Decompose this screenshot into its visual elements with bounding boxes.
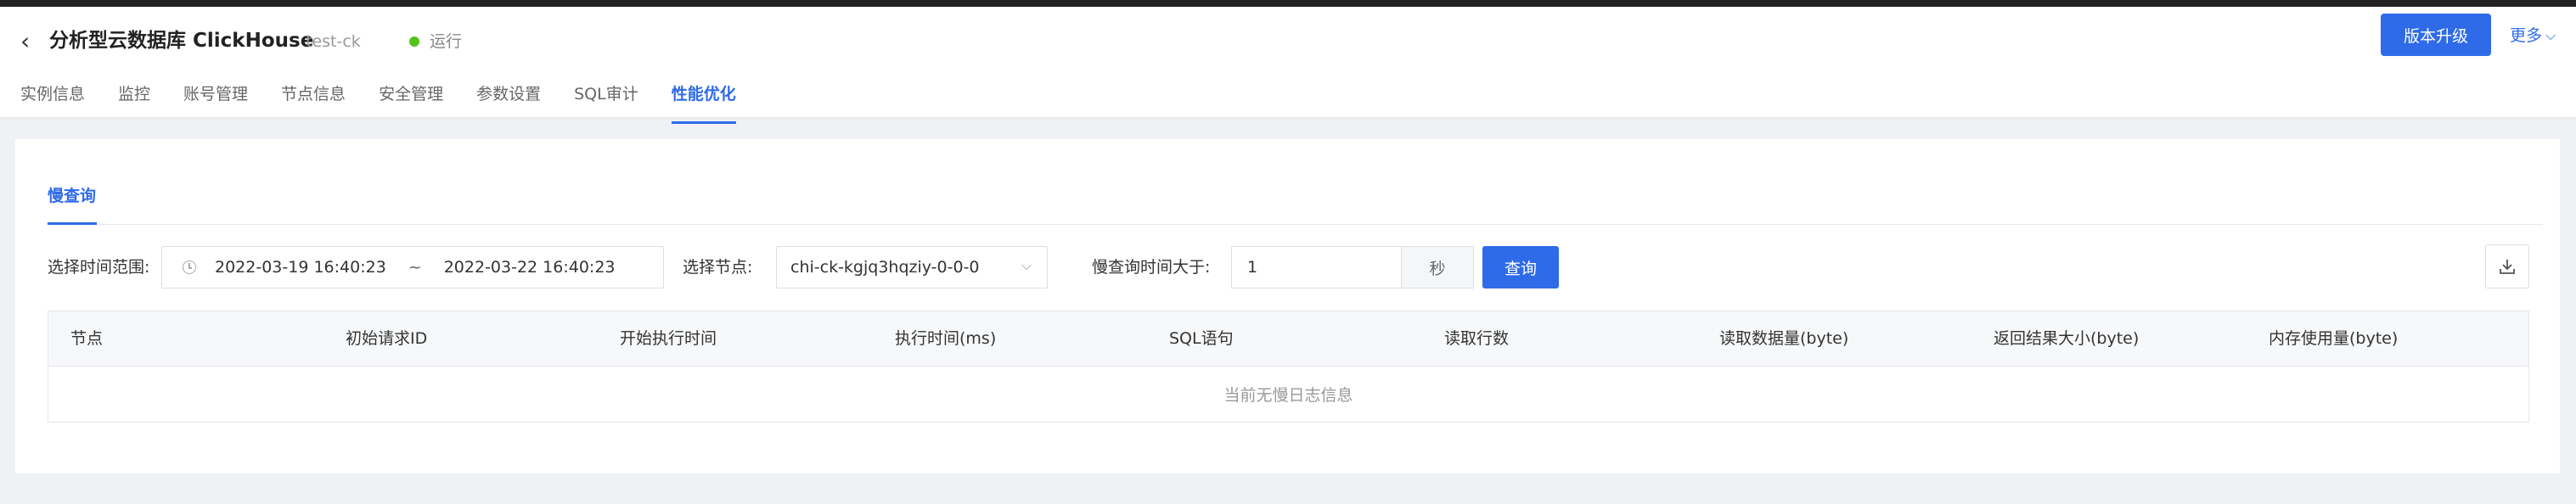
version-upgrade-button[interactable]: 版本升级 bbox=[2381, 14, 2491, 56]
page-title: 分析型云数据库 ClickHouse bbox=[49, 30, 314, 52]
range-separator: ~ bbox=[408, 258, 422, 277]
back-arrow-icon[interactable]: ‹ bbox=[20, 29, 30, 54]
end-time: 2022-03-22 16:40:23 bbox=[443, 258, 616, 277]
instance-id: test-ck bbox=[306, 32, 361, 51]
main-tabs: 实例信息 监控 账号管理 节点信息 安全管理 参数设置 SQL审计 性能优化 bbox=[20, 80, 769, 124]
status-dot-icon bbox=[409, 36, 419, 47]
tab-slow-query[interactable]: 慢查询 bbox=[48, 183, 96, 206]
more-menu-button[interactable]: 更多 ⌵ bbox=[2510, 24, 2556, 48]
column-header: 开始执行时间 bbox=[620, 329, 717, 348]
tab-security[interactable]: 安全管理 bbox=[379, 80, 443, 117]
column-header: SQL语句 bbox=[1169, 329, 1234, 348]
slow-query-panel: 慢查询 选择时间范围: 2022-03-19 16:40:23 ~ 2022-0… bbox=[15, 139, 2560, 473]
table-header: 节点 初始请求ID 开始执行时间 执行时间(ms) SQL语句 读取行数 读取数… bbox=[48, 311, 2528, 367]
column-header: 返回结果大小(byte) bbox=[1994, 329, 2140, 348]
status-text: 运行 bbox=[430, 32, 463, 51]
start-time: 2022-03-19 16:40:23 bbox=[215, 258, 386, 277]
column-header: 内存使用量(byte) bbox=[2269, 329, 2399, 348]
empty-state-text: 当前无慢日志信息 bbox=[1223, 385, 1353, 405]
download-button[interactable] bbox=[2485, 244, 2529, 288]
threshold-label: 慢查询时间大于: bbox=[1092, 258, 1211, 277]
column-header: 读取数据量(byte) bbox=[1719, 329, 1849, 348]
chevron-down-icon: ⌵ bbox=[1021, 257, 1032, 273]
subtab-active-indicator bbox=[48, 222, 97, 225]
slow-query-table: 节点 初始请求ID 开始执行时间 执行时间(ms) SQL语句 读取行数 读取数… bbox=[48, 311, 2529, 423]
tab-parameters[interactable]: 参数设置 bbox=[476, 80, 541, 117]
tab-node-info[interactable]: 节点信息 bbox=[281, 80, 346, 117]
more-label: 更多 bbox=[2510, 26, 2543, 45]
download-icon bbox=[2500, 260, 2515, 274]
tab-account[interactable]: 账号管理 bbox=[183, 80, 248, 117]
chevron-down-icon: ⌵ bbox=[2545, 27, 2556, 43]
clock-icon bbox=[183, 260, 196, 274]
column-header: 节点 bbox=[70, 329, 104, 348]
tab-monitor[interactable]: 监控 bbox=[118, 80, 150, 117]
subtab-divider bbox=[48, 224, 2543, 225]
status-badge: 运行 bbox=[409, 30, 462, 53]
threshold-input[interactable]: 1 bbox=[1231, 246, 1401, 288]
page-header: ‹ 分析型云数据库 ClickHouse test-ck 运行 版本升级 更多 … bbox=[0, 7, 2576, 124]
tab-performance[interactable]: 性能优化 bbox=[671, 80, 736, 124]
column-header: 执行时间(ms) bbox=[895, 329, 997, 348]
tab-instance-info[interactable]: 实例信息 bbox=[20, 80, 85, 117]
node-select-value: chi-ck-kgjq3hqziy-0-0-0 bbox=[790, 258, 980, 277]
query-button[interactable]: 查询 bbox=[1482, 246, 1559, 288]
node-label: 选择节点: bbox=[683, 258, 753, 277]
threshold-unit: 秒 bbox=[1401, 246, 1474, 288]
tab-sql-audit[interactable]: SQL审计 bbox=[574, 80, 638, 117]
column-header: 读取行数 bbox=[1444, 329, 1510, 348]
node-select[interactable]: chi-ck-kgjq3hqziy-0-0-0 ⌵ bbox=[776, 246, 1048, 288]
top-bar bbox=[0, 0, 2576, 7]
time-range-picker[interactable]: 2022-03-19 16:40:23 ~ 2022-03-22 16:40:2… bbox=[161, 246, 664, 288]
time-range-label: 选择时间范围: bbox=[48, 258, 150, 277]
column-header: 初始请求ID bbox=[346, 329, 428, 348]
